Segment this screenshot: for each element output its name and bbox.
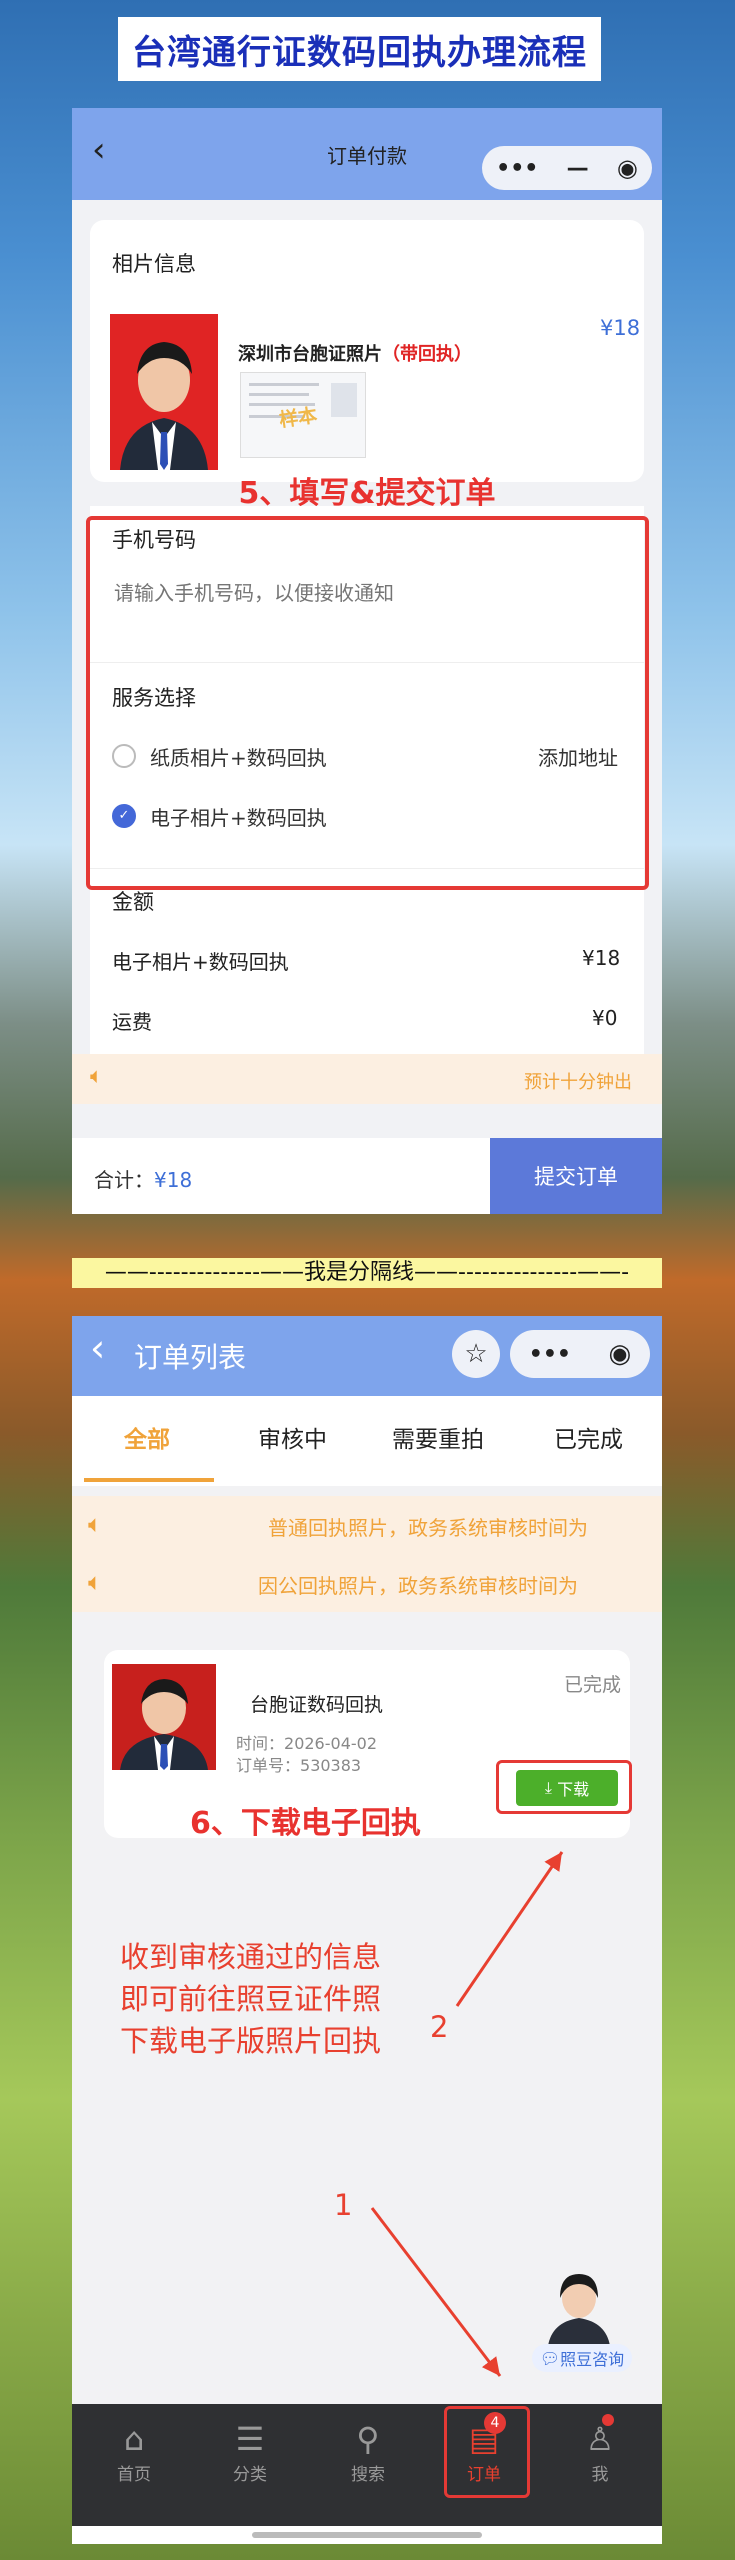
home-indicator bbox=[252, 2532, 482, 2538]
nav-bar: ‹ 订单付款 ••• — ◉ bbox=[72, 108, 662, 200]
arrow-label-2: 2 bbox=[430, 2010, 449, 2044]
shipping-row: 运费 ¥0 bbox=[90, 1000, 644, 1054]
orders-highlight-box bbox=[444, 2406, 530, 2498]
notice-text: 预计十分钟出 bbox=[524, 1072, 632, 1093]
order-list-screen: ‹ 订单列表 ☆ ••• ◉ 全部 审核中 需要重拍 已完成 🔈︎ 普通回执照片… bbox=[72, 1316, 662, 2544]
photo-info-card: 相片信息 深圳市台胞证照片（带回执） ¥18 样本 bbox=[90, 220, 644, 482]
close-circle-icon[interactable]: ◉ bbox=[617, 154, 638, 182]
product-price: ¥18 bbox=[600, 316, 641, 340]
amount-label: 金额 bbox=[112, 890, 154, 914]
speaker-icon: 🔈︎ bbox=[90, 1064, 104, 1089]
home-indicator-area bbox=[72, 2526, 662, 2544]
nav-category[interactable]: ☰ 分类 bbox=[210, 2418, 290, 2485]
bottom-nav: ⌂ 首页 ☰ 分类 ⚲ 搜索 ▤ 订单 4 ♙ 我 bbox=[72, 2404, 662, 2526]
id-photo-thumbnail bbox=[110, 314, 218, 470]
receipt-photo bbox=[331, 383, 357, 417]
consult-button[interactable]: 💬︎ 照豆咨询 bbox=[532, 2344, 632, 2372]
arrow-to-orders-tab bbox=[370, 2207, 502, 2377]
amount-item-label: 电子相片+数码回执 bbox=[112, 950, 289, 974]
shipping-value: ¥0 bbox=[592, 1006, 618, 1030]
amount-item-value: ¥18 bbox=[582, 946, 621, 970]
notice-bar: 🔈︎ 预计十分钟出 bbox=[72, 1054, 662, 1104]
total-label: 合计：¥18 bbox=[94, 1168, 193, 1192]
chat-icon: 💬︎ bbox=[539, 2348, 561, 2368]
minimize-icon[interactable]: — bbox=[567, 156, 589, 181]
nav-me[interactable]: ♙ 我 bbox=[560, 2418, 640, 2485]
arrow-label-1: 1 bbox=[334, 2188, 353, 2222]
nav-search[interactable]: ⚲ 搜索 bbox=[328, 2418, 408, 2485]
receipt-line bbox=[249, 383, 319, 386]
product-title: 深圳市台胞证照片（带回执） bbox=[238, 344, 472, 365]
sample-stamp: 样本 bbox=[277, 404, 319, 432]
receipt-sample-image: 样本 bbox=[240, 372, 366, 458]
order-payment-screen: ‹ 订单付款 ••• — ◉ 相片信息 深圳市台胞证照片（带回执） ¥18 样本… bbox=[72, 108, 662, 1214]
checkout-bar: 合计：¥18 bbox=[72, 1138, 490, 1214]
annotation-highlight-box bbox=[86, 516, 649, 890]
banner-title-box: 台湾通行证数码回执办理流程 bbox=[118, 17, 601, 81]
banner-title: 台湾通行证数码回执办理流程 bbox=[132, 32, 587, 73]
separator-strip: ——--------------——我是分隔线——---------------… bbox=[72, 1258, 662, 1288]
user-icon: ♙ bbox=[585, 2420, 615, 2458]
shipping-label: 运费 bbox=[112, 1010, 152, 1034]
me-red-dot bbox=[602, 2414, 614, 2426]
home-icon: ⌂ bbox=[123, 2420, 145, 2458]
arrow-to-download bbox=[455, 1851, 564, 2007]
miniprogram-capsule: ••• — ◉ bbox=[482, 146, 652, 190]
photo-section-title: 相片信息 bbox=[112, 252, 196, 276]
nav-home[interactable]: ⌂ 首页 bbox=[94, 2418, 174, 2485]
category-list-icon: ☰ bbox=[235, 2420, 265, 2458]
more-icon[interactable]: ••• bbox=[496, 156, 538, 181]
search-icon: ⚲ bbox=[356, 2420, 380, 2458]
consultant-avatar[interactable] bbox=[542, 2266, 616, 2346]
receipt-line bbox=[249, 393, 309, 396]
submit-order-button[interactable]: 提交订单 bbox=[490, 1138, 662, 1214]
